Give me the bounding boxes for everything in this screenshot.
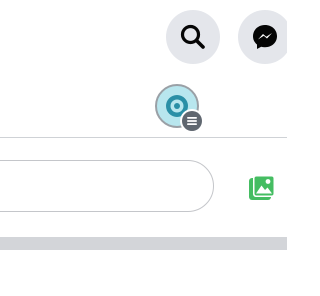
photo-icon [249,175,275,200]
composer-input[interactable] [0,160,214,212]
search-button[interactable] [166,10,220,64]
messenger-icon [253,25,277,49]
profile-avatar-button[interactable] [155,84,205,134]
account-menu-badge[interactable] [180,109,204,133]
section-separator [0,237,287,250]
menu-icon [187,117,197,125]
page [0,0,287,296]
photo-button[interactable] [244,170,280,206]
search-icon [180,24,205,49]
header-divider [0,137,287,138]
messenger-button[interactable] [238,10,287,64]
